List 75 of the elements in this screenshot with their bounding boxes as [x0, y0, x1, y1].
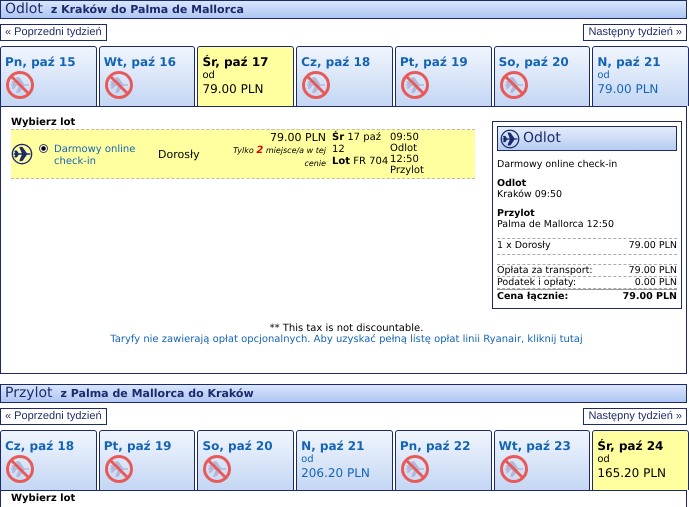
from-label: od — [202, 69, 215, 82]
line-amount: 79.00 PLN — [628, 240, 677, 251]
day-tab[interactable]: Pn, paź 22 — [394, 430, 492, 490]
day-tab[interactable]: Pn, paź 15 — [0, 46, 97, 106]
section-title: Przylot — [5, 385, 53, 402]
day-tab[interactable]: So, paź 20 — [494, 46, 590, 106]
day-tab[interactable]: Wt, paź 16 — [98, 46, 196, 106]
departure-label: Odlot — [390, 143, 418, 154]
total-amount: 79.00 PLN — [622, 291, 677, 302]
day-label: N, paź 21 — [597, 55, 661, 69]
summary-title: Odlot — [523, 133, 561, 144]
price-label: 79.00 PLN — [597, 82, 658, 97]
route-label: z Palma de Mallorca do Kraków — [60, 387, 254, 400]
line-label: 1 x Dorosły — [497, 240, 551, 251]
day-label: Pt, paź 19 — [400, 55, 468, 69]
total-label: Cena łącznie: — [497, 291, 568, 302]
day-tab[interactable]: N, paź 21 od 206.20 PLN — [296, 430, 393, 490]
day-label: Wt, paź 16 — [104, 55, 176, 69]
flight-date: Śr 17 paź 12 — [332, 132, 382, 156]
price-label: 206.20 PLN — [301, 466, 370, 481]
tax-footnote: ** This tax is not discountable. — [270, 323, 424, 334]
day-tab[interactable]: So, paź 20 — [197, 430, 294, 490]
arrival-time: 12:50 — [390, 154, 420, 165]
day-label: So, paź 20 — [498, 55, 569, 69]
from-label: od — [301, 453, 314, 466]
day-label: Wt, paź 23 — [498, 439, 571, 453]
price-label: 79.00 PLN — [202, 82, 264, 97]
section-title: Odlot — [5, 1, 43, 18]
arrival-heading: Przylot — [497, 208, 536, 219]
day-label: N, paź 21 — [301, 439, 364, 453]
day-label: Pt, paź 19 — [104, 439, 172, 453]
arrival-info: Palma de Mallorca 12:50 — [497, 219, 616, 230]
day-tab[interactable]: Pt, paź 19 — [394, 46, 492, 106]
day-tab[interactable]: Śr, paź 17 od 79.00 PLN — [197, 46, 294, 106]
day-tab[interactable]: Cz, paź 18 — [296, 46, 393, 106]
charge-label: Opłata za transport: — [497, 265, 593, 276]
from-label: od — [597, 453, 610, 466]
day-label: Cz, paź 18 — [301, 55, 370, 69]
day-label: Pn, paź 15 — [5, 55, 76, 69]
day-label: Śr, paź 17 — [202, 55, 269, 69]
previous-week-button[interactable]: « Poprzedni tydzień — [0, 408, 107, 425]
airplane-icon — [11, 143, 33, 165]
departure-info: Kraków 09:50 — [497, 189, 564, 200]
day-tab[interactable]: Cz, paź 18 — [0, 430, 97, 490]
day-label: Cz, paź 18 — [5, 439, 74, 453]
day-tab[interactable]: N, paź 21 od 79.00 PLN — [592, 46, 689, 106]
fare-link[interactable]: Darmowy online check-in — [54, 144, 150, 168]
radio-button[interactable] — [39, 144, 48, 152]
previous-week-button[interactable]: « Poprzedni tydzień — [0, 24, 107, 41]
day-tab[interactable]: Pt, paź 19 — [98, 430, 196, 490]
fare-name: Darmowy online check-in — [497, 159, 618, 170]
price-label: 165.20 PLN — [597, 466, 666, 481]
route-label: z Kraków do Palma de Mallorca — [50, 3, 244, 16]
charge-amount: 0.00 PLN — [634, 277, 677, 288]
day-label: Pn, paź 22 — [400, 439, 470, 453]
day-label: So, paź 20 — [202, 439, 273, 453]
flight-price: 79.00 PLN — [270, 132, 326, 144]
arrival-label: Przylot — [390, 165, 424, 176]
availability-note: Tylko 2 miejsce/a w tej cenie — [232, 144, 326, 170]
fees-link[interactable]: Taryfy nie zawierają opłat opcjonalnych. Aby uzyskać pełną listę opłat linii Ryanair, kliknij tutaj — [110, 334, 583, 345]
airplane-icon — [500, 128, 520, 148]
select-flight-heading: Wybierz lot — [11, 493, 76, 504]
next-week-button[interactable]: Następny tydzień » — [583, 24, 687, 41]
flight-number: Lot FR 704 — [332, 156, 390, 168]
next-week-button[interactable]: Następny tydzień » — [583, 408, 687, 425]
from-label: od — [597, 69, 610, 82]
day-tab[interactable]: Wt, paź 23 — [494, 430, 590, 490]
passenger-type: Dorosły — [158, 148, 201, 160]
day-label: Śr, paź 24 — [597, 439, 664, 453]
departure-time: 09:50 — [390, 132, 420, 143]
day-tab[interactable]: Śr, paź 24 od 165.20 PLN — [592, 430, 689, 490]
charge-amount: 79.00 PLN — [628, 265, 677, 276]
select-flight-heading: Wybierz lot — [11, 117, 76, 128]
charge-label: Podatek i opłaty: — [497, 277, 576, 288]
departure-heading: Odlot — [497, 178, 528, 189]
